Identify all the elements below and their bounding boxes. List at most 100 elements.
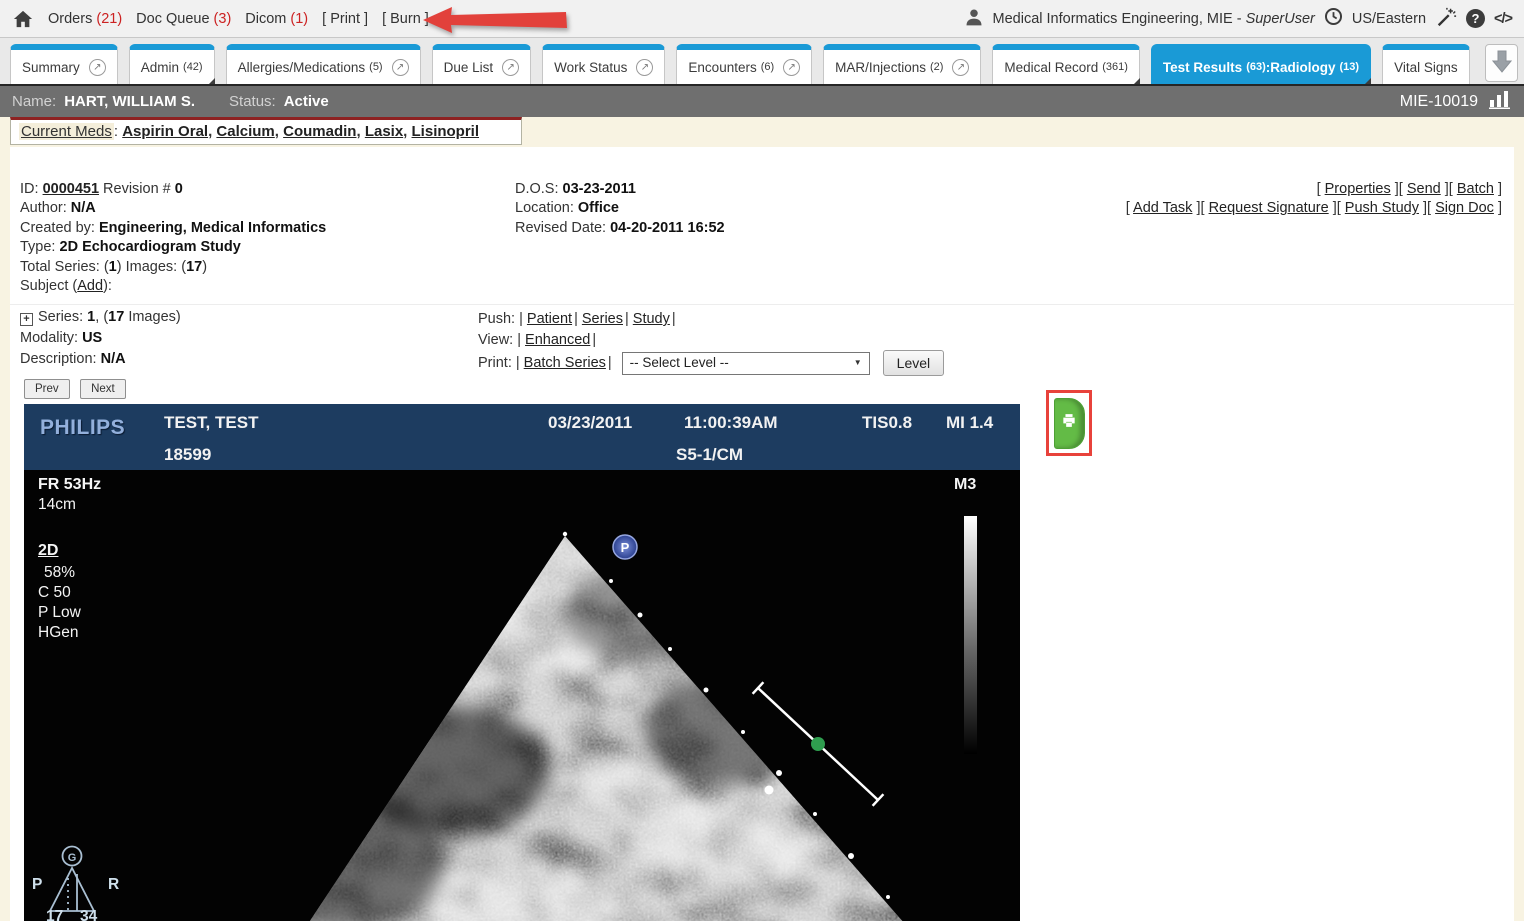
sign-doc-link[interactable]: Sign Doc: [1435, 200, 1494, 216]
doc-queue-count: (3): [214, 11, 232, 27]
actions-row-2: Add Task Request Signature Push Study Sign …: [1126, 199, 1502, 218]
doc-id-link[interactable]: 0000451: [43, 181, 99, 197]
magic-wand-icon[interactable]: [1435, 6, 1457, 32]
orders-link[interactable]: Orders (21): [48, 11, 122, 27]
med-link-lisinopril[interactable]: Lisinopril: [412, 123, 480, 140]
view-label: View:: [478, 332, 513, 348]
level-button[interactable]: Level: [883, 350, 944, 376]
push-series-link[interactable]: Series: [582, 311, 623, 327]
tab-mar-injections[interactable]: MAR/Injections (2) ↗: [823, 44, 981, 84]
type-label: Type:: [20, 239, 55, 255]
print-link[interactable]: [ Print ]: [322, 11, 368, 27]
add-task-link[interactable]: Add Task: [1133, 200, 1192, 216]
series-image-count: 17: [108, 309, 124, 325]
popout-icon[interactable]: ↗: [392, 59, 409, 76]
probe-orientation-marker: P: [613, 535, 637, 559]
select-caret-icon: ▼: [854, 353, 862, 374]
med-link-lasix[interactable]: Lasix: [365, 123, 403, 140]
print-row: Print: Batch Series-- Select Level --▼Le…: [478, 350, 944, 376]
help-icon[interactable]: ?: [1466, 9, 1485, 28]
view-enhanced-link[interactable]: Enhanced: [525, 332, 590, 348]
user-name[interactable]: Medical Informatics Engineering, MIE - S…: [993, 11, 1315, 27]
gain-symbol-letter: G: [68, 852, 77, 864]
burn-link[interactable]: [ Burn ]: [382, 11, 429, 27]
popout-icon[interactable]: ↗: [952, 59, 969, 76]
tab-suffix: :Radiology: [1266, 60, 1336, 75]
section-divider: [10, 304, 1514, 305]
dos-row: D.O.S: 03-23-2011: [515, 180, 725, 199]
tab-due-list[interactable]: Due List ↗: [432, 44, 532, 84]
timezone-label[interactable]: US/Eastern: [1352, 11, 1426, 27]
popout-icon[interactable]: ↗: [636, 59, 653, 76]
properties-link[interactable]: Properties: [1325, 181, 1391, 197]
tab-label: Summary: [22, 60, 80, 75]
dicom-link[interactable]: Dicom (1): [245, 11, 308, 27]
top-bar-left: Orders (21) Doc Queue (3) Dicom (1) [ Pr…: [0, 9, 429, 29]
tab-encounters[interactable]: Encounters (6) ↗: [676, 44, 812, 84]
author-label: Author:: [20, 200, 67, 216]
send-link[interactable]: Send: [1407, 181, 1441, 197]
clock-icon: [1324, 7, 1343, 30]
next-button[interactable]: Next: [80, 379, 126, 399]
location-value: Office: [578, 200, 619, 216]
med-link-aspirin[interactable]: Aspirin Oral: [122, 123, 208, 140]
orders-count: (21): [96, 11, 122, 27]
corner-fold-icon: [1364, 78, 1371, 85]
harmonics-label: HGen: [38, 624, 79, 642]
chart-stats-icon[interactable]: [1488, 90, 1512, 114]
tab-count: (2): [930, 61, 943, 73]
tgc-left-value: 17: [46, 908, 63, 921]
description-row: Description: N/A: [20, 349, 181, 370]
tab-count: (42): [183, 61, 203, 73]
med-link-calcium[interactable]: Calcium: [216, 123, 274, 140]
mode-label: 2D: [38, 542, 58, 560]
popout-icon[interactable]: ↗: [89, 59, 106, 76]
popout-icon[interactable]: ↗: [783, 59, 800, 76]
batch-series-link[interactable]: Batch Series: [524, 355, 606, 371]
modality-row: Modality: US: [20, 328, 181, 349]
push-patient-link[interactable]: Patient: [527, 311, 572, 327]
med-item: Coumadin: [283, 123, 365, 140]
code-icon[interactable]: </>: [1494, 11, 1512, 27]
actions-row-1: Properties Send Batch: [1126, 180, 1502, 199]
ultrasound-image-viewer[interactable]: PHILIPS TEST, TEST 18599 03/23/2011 11:0…: [24, 404, 1020, 921]
tab-overflow-button[interactable]: [1485, 44, 1518, 82]
print-level-select[interactable]: -- Select Level --▼: [622, 352, 870, 375]
current-meds-label[interactable]: Current Meds: [19, 123, 114, 140]
chart-tab-bar: Summary ↗ Admin (42) Allergies/Medicatio…: [0, 38, 1524, 86]
user-role: SuperUser: [1246, 11, 1315, 27]
tab-admin[interactable]: Admin (42): [129, 44, 215, 84]
tab-summary[interactable]: Summary ↗: [10, 44, 118, 84]
us-study-id: 18599: [164, 445, 211, 465]
document-actions: Properties Send Batch Add Task Request Sign…: [1126, 180, 1502, 219]
batch-link[interactable]: Batch: [1457, 181, 1494, 197]
doc-id-row: ID: 0000451 Revision # 0: [20, 180, 326, 199]
tab-work-status[interactable]: Work Status ↗: [542, 44, 665, 84]
popout-icon[interactable]: ↗: [502, 59, 519, 76]
push-study-link[interactable]: Study: [633, 311, 670, 327]
tab-allergies-medications[interactable]: Allergies/Medications (5) ↗: [226, 44, 421, 84]
images-value: 17: [186, 259, 202, 275]
compression-label: C 50: [38, 584, 71, 602]
dos-label: D.O.S:: [515, 181, 559, 197]
tab-medical-record[interactable]: Medical Record (361): [992, 44, 1139, 84]
print-image-button[interactable]: [1054, 398, 1085, 449]
id-label: ID:: [20, 181, 39, 197]
med-link-coumadin[interactable]: Coumadin: [283, 123, 356, 140]
doc-series-row: Total Series: 1 Images: 17: [20, 258, 326, 277]
map-label: M3: [954, 476, 976, 494]
push-study-link[interactable]: Push Study: [1345, 200, 1419, 216]
tab-vital-signs[interactable]: Vital Signs: [1382, 44, 1470, 84]
request-signature-link[interactable]: Request Signature: [1209, 200, 1329, 216]
tab-test-results-radiology[interactable]: Test Results (63) :Radiology (13): [1151, 44, 1371, 84]
doc-queue-link[interactable]: Doc Queue (3): [136, 11, 231, 27]
prev-button[interactable]: Prev: [24, 379, 70, 399]
expand-series-icon[interactable]: +: [20, 313, 33, 326]
tab-label: Vital Signs: [1394, 60, 1458, 75]
us-tis: TIS0.8: [862, 413, 912, 433]
revised-value: 04-20-2011 16:52: [610, 220, 725, 236]
push-series: Series: [574, 311, 623, 327]
home-icon[interactable]: [12, 9, 34, 29]
tab-count: (5): [369, 61, 382, 73]
subject-add-link[interactable]: Add: [77, 278, 103, 294]
